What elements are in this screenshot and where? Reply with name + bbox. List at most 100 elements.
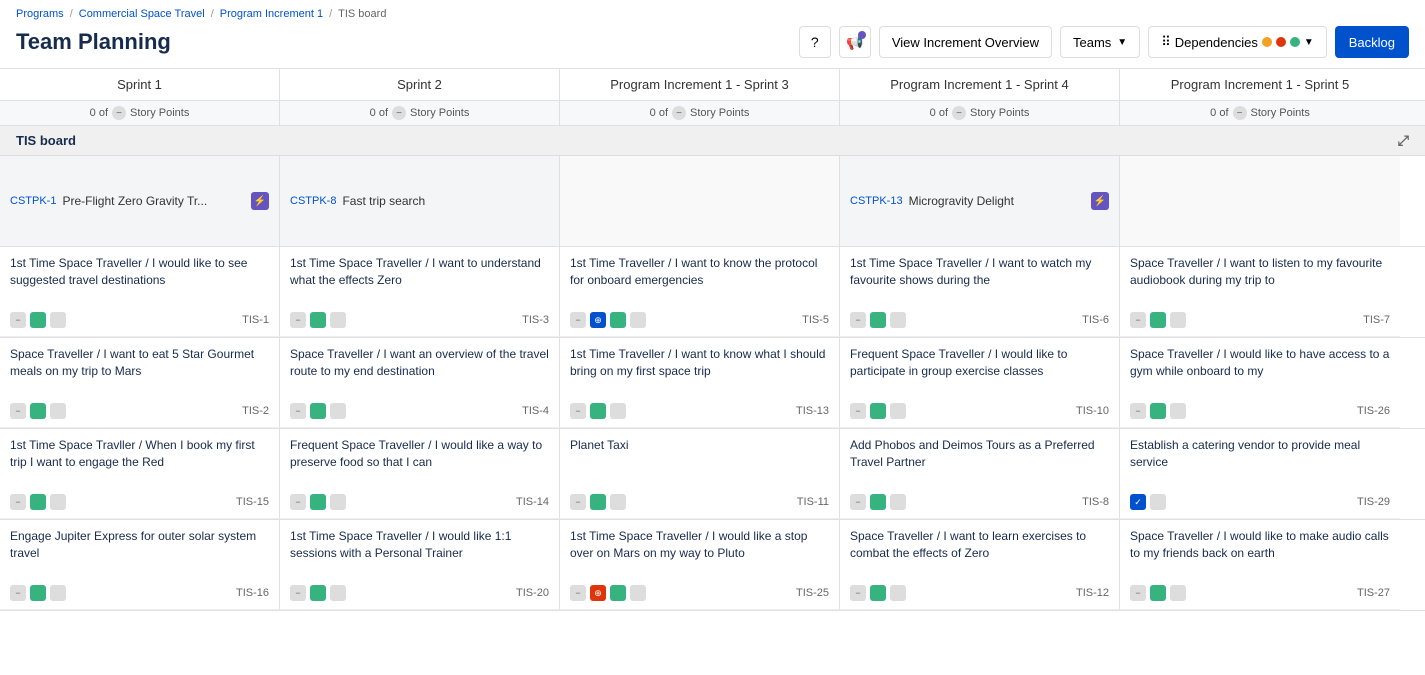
epic-tag-1[interactable]: CSTPK-1: [10, 195, 56, 207]
epic-title-1: Pre-Flight Zero Gravity Tr...: [62, 194, 245, 208]
points-cell-2: 0 of − Story Points: [280, 101, 560, 125]
si-network: ⊕: [590, 312, 606, 328]
si-minus[interactable]: −: [850, 312, 866, 328]
points-minus-5[interactable]: −: [1233, 106, 1247, 120]
breadcrumb-current: TIS board: [338, 8, 386, 20]
points-minus-4[interactable]: −: [952, 106, 966, 120]
si-minus[interactable]: −: [570, 403, 586, 419]
si-grey: [50, 585, 66, 601]
chevron-down-icon-deps: ▼: [1304, 37, 1314, 48]
dependencies-label: Dependencies: [1175, 35, 1258, 50]
points-cell-5: 0 of − Story Points: [1120, 101, 1400, 125]
epic-title-2: Fast trip search: [342, 194, 549, 208]
teams-button[interactable]: Teams ▼: [1060, 26, 1140, 58]
points-cell-3: 0 of − Story Points: [560, 101, 840, 125]
story-card-tis4: Space Traveller / I want an overview of …: [280, 338, 560, 428]
sprint-header-3: Program Increment 1 - Sprint 3: [560, 69, 840, 100]
epic-cell-2: CSTPK-8 Fast trip search: [280, 156, 560, 246]
story-card-tis20: 1st Time Space Traveller / I would like …: [280, 520, 560, 610]
story-card-tis11: Planet Taxi − TIS-11: [560, 429, 840, 519]
si-minus[interactable]: −: [850, 494, 866, 510]
hierarchy-icon: ⠿: [1161, 34, 1171, 50]
si-minus[interactable]: −: [850, 585, 866, 601]
si-check: ✓: [1130, 494, 1146, 510]
si-green: [870, 585, 886, 601]
points-cell-1: 0 of − Story Points: [0, 101, 280, 125]
si-grey: [890, 494, 906, 510]
si-minus[interactable]: −: [10, 585, 26, 601]
story-card-tis14: Frequent Space Traveller / I would like …: [280, 429, 560, 519]
view-increment-button[interactable]: View Increment Overview: [879, 26, 1052, 58]
story-row-3: 1st Time Space Travller / When I book my…: [0, 429, 1425, 520]
breadcrumb-programs[interactable]: Programs: [16, 8, 64, 20]
story-card-tis10: Frequent Space Traveller / I would like …: [840, 338, 1120, 428]
si-green: [1150, 312, 1166, 328]
si-minus[interactable]: −: [290, 494, 306, 510]
help-button[interactable]: ?: [799, 26, 831, 58]
dependencies-button[interactable]: ⠿ Dependencies ▼: [1148, 26, 1327, 58]
si-green: [870, 312, 886, 328]
epic-cell-4: CSTPK-13 Microgravity Delight ⚡: [840, 156, 1120, 246]
si-green: [610, 312, 626, 328]
si-grey: [330, 403, 346, 419]
si-green: [590, 494, 606, 510]
si-minus[interactable]: −: [1130, 312, 1146, 328]
story-icon-green: [30, 312, 46, 328]
si-green: [1150, 585, 1166, 601]
story-card-tis3: 1st Time Space Traveller / I want to und…: [280, 247, 560, 337]
epic-cell-3: [560, 156, 840, 246]
epic-cell-5: [1120, 156, 1400, 246]
si-green: [870, 494, 886, 510]
dep-dot-orange: [1262, 37, 1272, 47]
si-grey: [1170, 403, 1186, 419]
story-id-tis1: TIS-1: [242, 314, 269, 326]
backlog-button[interactable]: Backlog: [1335, 26, 1409, 58]
si-grey: [330, 585, 346, 601]
si-green: [30, 403, 46, 419]
si-green: [310, 403, 326, 419]
si-grey: [610, 494, 626, 510]
si-minus[interactable]: −: [570, 585, 586, 601]
si-minus[interactable]: −: [10, 494, 26, 510]
sprint-header-2: Sprint 2: [280, 69, 560, 100]
si-minus[interactable]: −: [290, 312, 306, 328]
story-icon-minus[interactable]: −: [10, 312, 26, 328]
breadcrumb-space-travel[interactable]: Commercial Space Travel: [79, 8, 205, 20]
breadcrumb-pi1[interactable]: Program Increment 1: [220, 8, 323, 20]
points-minus-3[interactable]: −: [672, 106, 686, 120]
story-card-tis6: 1st Time Space Traveller / I want to wat…: [840, 247, 1120, 337]
collapse-icon[interactable]: ⤢: [1398, 132, 1409, 149]
teams-label: Teams: [1073, 35, 1111, 50]
section-title: TIS board: [16, 133, 76, 148]
epic-icon-4: ⚡: [1091, 192, 1109, 210]
si-minus[interactable]: −: [1130, 585, 1146, 601]
points-minus-2[interactable]: −: [392, 106, 406, 120]
story-card-tis16: Engage Jupiter Express for outer solar s…: [0, 520, 280, 610]
sprint-header-5: Program Increment 1 - Sprint 5: [1120, 69, 1400, 100]
points-minus-1[interactable]: −: [112, 106, 126, 120]
si-grey: [630, 312, 646, 328]
epic-tag-4[interactable]: CSTPK-13: [850, 195, 903, 207]
notifications-button[interactable]: 📢: [839, 26, 871, 58]
si-minus[interactable]: −: [850, 403, 866, 419]
si-green: [310, 585, 326, 601]
si-minus[interactable]: −: [290, 403, 306, 419]
si-minus[interactable]: −: [10, 403, 26, 419]
si-grey: [890, 585, 906, 601]
si-grey: [890, 312, 906, 328]
si-minus[interactable]: −: [570, 312, 586, 328]
epic-tag-2[interactable]: CSTPK-8: [290, 195, 336, 207]
si-green: [310, 494, 326, 510]
si-grey: [630, 585, 646, 601]
board-section: TIS board ⤢: [0, 126, 1425, 156]
si-minus[interactable]: −: [290, 585, 306, 601]
si-grey: [50, 403, 66, 419]
si-grey: [1170, 585, 1186, 601]
si-green: [610, 585, 626, 601]
si-grey: [1150, 494, 1166, 510]
si-minus[interactable]: −: [570, 494, 586, 510]
epic-cell-1: CSTPK-1 Pre-Flight Zero Gravity Tr... ⚡: [0, 156, 280, 246]
si-grey: [330, 494, 346, 510]
story-card-tis27: Space Traveller / I would like to make a…: [1120, 520, 1400, 610]
si-minus[interactable]: −: [1130, 403, 1146, 419]
